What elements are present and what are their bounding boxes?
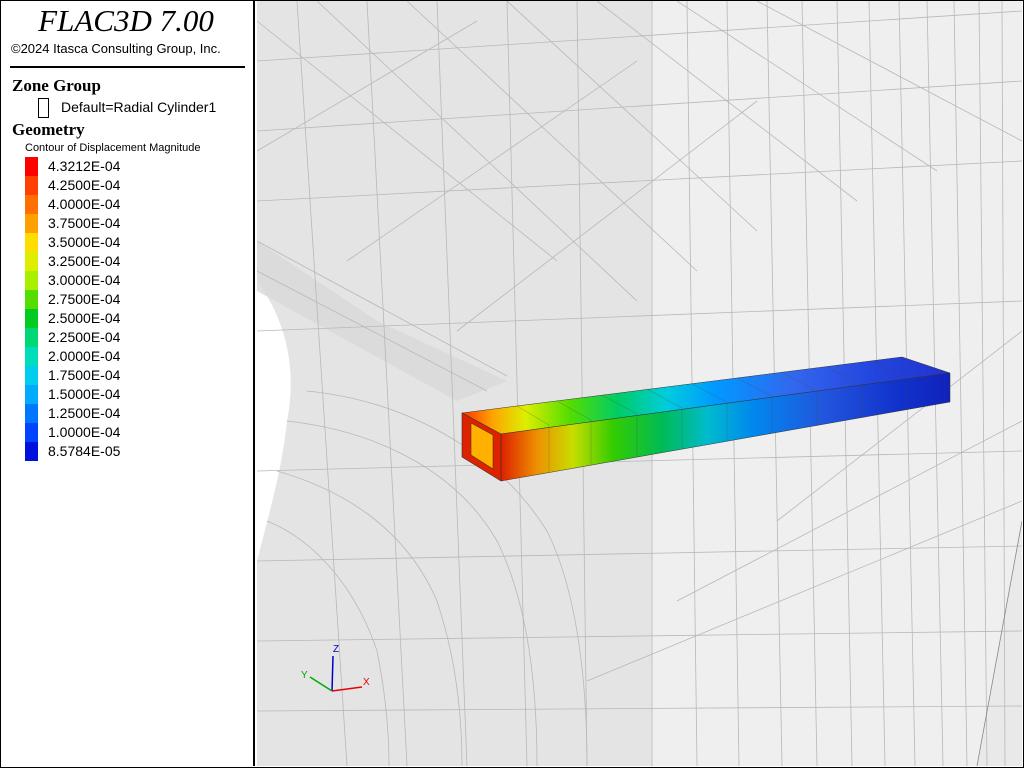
contour-swatch [25, 176, 38, 195]
contour-label: 4.0000E-04 [48, 196, 121, 212]
contour-label: 3.2500E-04 [48, 253, 121, 269]
contour-level: 2.7500E-04 [25, 290, 235, 309]
contour-level: 1.2500E-04 [25, 404, 235, 423]
contour-level: 2.5000E-04 [25, 309, 235, 328]
contour-swatch [25, 366, 38, 385]
contour-label: 3.5000E-04 [48, 234, 121, 250]
contour-label: 2.2500E-04 [48, 329, 121, 345]
contour-label: 3.0000E-04 [48, 272, 121, 288]
contour-swatch [25, 157, 38, 176]
contour-swatch [25, 195, 38, 214]
contour-swatch [25, 328, 38, 347]
contour-level: 4.0000E-04 [25, 195, 235, 214]
contour-swatch [25, 423, 38, 442]
app-title: FLAC3D 7.00 [38, 3, 214, 38]
contour-swatch [25, 233, 38, 252]
contour-level: 4.3212E-04 [25, 157, 235, 176]
contour-swatch [25, 309, 38, 328]
contour-label: 1.5000E-04 [48, 386, 121, 402]
contour-label: 1.7500E-04 [48, 367, 121, 383]
y-axis-label: Y [301, 670, 308, 681]
contour-level: 3.0000E-04 [25, 271, 235, 290]
copyright-text: ©2024 Itasca Consulting Group, Inc. [11, 41, 221, 56]
contour-label: 2.7500E-04 [48, 291, 121, 307]
legend-panel: FLAC3D 7.00 ©2024 Itasca Consulting Grou… [1, 1, 255, 766]
z-axis-line [331, 655, 334, 692]
contour-level: 3.2500E-04 [25, 252, 235, 271]
geometry-heading: Geometry [12, 120, 85, 139]
contour-level: 3.5000E-04 [25, 233, 235, 252]
contour-label: 4.3212E-04 [48, 158, 121, 174]
zone-group-entry: Default=Radial Cylinder1 [61, 99, 217, 115]
contour-swatch [25, 271, 38, 290]
model-viewport[interactable]: X Z Y [257, 1, 1022, 766]
contour-level: 1.5000E-04 [25, 385, 235, 404]
contour-level: 2.0000E-04 [25, 347, 235, 366]
contour-swatch [25, 252, 38, 271]
contour-level: 1.7500E-04 [25, 366, 235, 385]
x-axis-label: X [363, 677, 370, 688]
contour-label: 8.5784E-05 [48, 443, 121, 459]
z-axis-label: Z [333, 644, 339, 655]
contour-label: 2.5000E-04 [48, 310, 121, 326]
contour-label: 1.0000E-04 [48, 424, 121, 440]
contour-label: 4.2500E-04 [48, 177, 121, 193]
contour-label: 2.0000E-04 [48, 348, 121, 364]
contour-level: 2.2500E-04 [25, 328, 235, 347]
contour-level: 1.0000E-04 [25, 423, 235, 442]
contour-swatch [25, 347, 38, 366]
contour-swatch [25, 404, 38, 423]
model-view: X Z Y [257, 1, 1022, 766]
contour-level: 4.2500E-04 [25, 176, 235, 195]
contour-swatch [25, 442, 38, 461]
contour-label: 1.2500E-04 [48, 405, 121, 421]
contour-title: Contour of Displacement Magnitude [25, 142, 201, 154]
contour-swatch [25, 290, 38, 309]
zone-group-heading: Zone Group [12, 76, 101, 95]
contour-label: 3.7500E-04 [48, 215, 121, 231]
contour-level: 8.5784E-05 [25, 442, 235, 461]
zone-group-swatch [38, 98, 49, 118]
contour-swatch [25, 385, 38, 404]
contour-swatch [25, 214, 38, 233]
legend-divider [10, 66, 245, 68]
contour-level: 3.7500E-04 [25, 214, 235, 233]
